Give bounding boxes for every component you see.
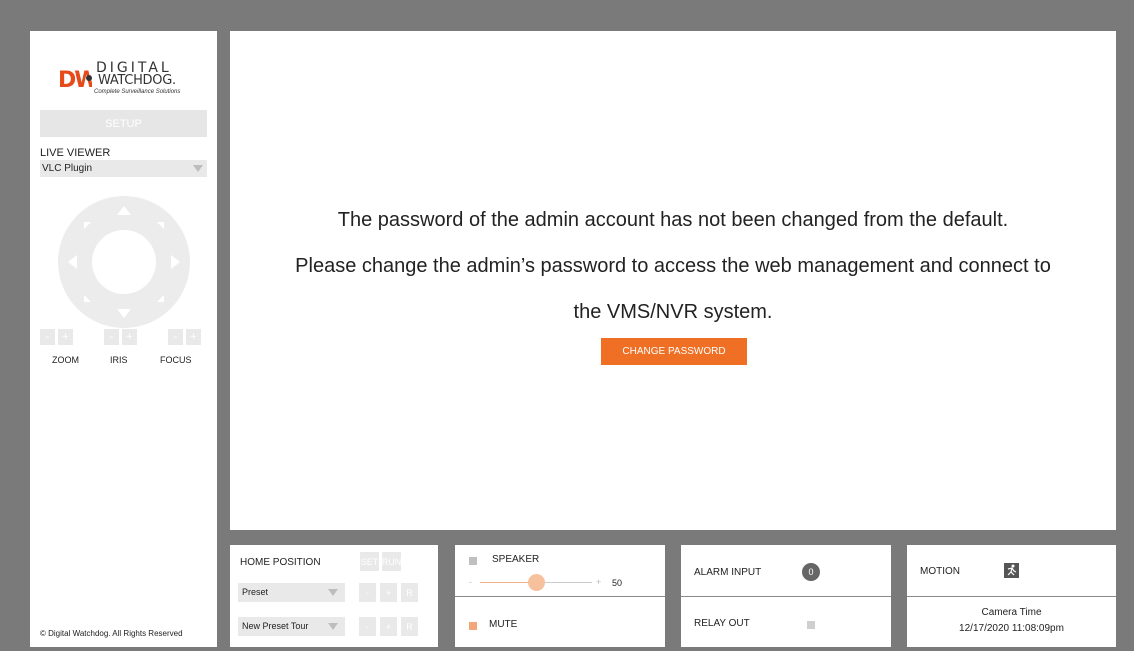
status-panel: MOTION Camera Time 12/17/2020 11:08:09pm [907, 545, 1116, 647]
preset-select[interactable]: Preset [238, 583, 345, 602]
volume-value: 50 [612, 578, 623, 588]
io-panel: ALARM INPUT 0 RELAY OUT [681, 545, 891, 647]
tour-remove-button[interactable]: - [359, 617, 376, 636]
setup-button[interactable]: SETUP [40, 110, 207, 137]
zoom-in-button[interactable]: + [58, 329, 73, 345]
relay-out-label: RELAY OUT [694, 618, 750, 629]
panel-divider [681, 596, 891, 597]
lens-control-labels: ZOOM IRIS FOCUS [40, 355, 207, 369]
set-home-button[interactable]: SET [360, 552, 379, 571]
live-viewer-value: VLC Plugin [42, 163, 93, 174]
relay-out-checkbox[interactable] [807, 621, 815, 629]
home-position-label: HOME POSITION [240, 557, 321, 568]
tour-add-button[interactable]: + [380, 617, 397, 636]
motion-label: MOTION [920, 566, 960, 577]
panel-divider [455, 596, 665, 597]
running-person-icon [1004, 563, 1019, 578]
chevron-down-icon [193, 165, 203, 172]
sidebar: DW DIGITAL WATCHDOG. Complete Surveillan… [30, 31, 217, 647]
focus-label: FOCUS [160, 355, 192, 365]
iris-close-button[interactable]: - [104, 329, 119, 345]
focus-near-button[interactable]: - [168, 329, 183, 345]
live-viewer-label: LIVE VIEWER [40, 147, 111, 159]
audio-panel: SPEAKER - + 50 MUTE [455, 545, 665, 647]
preset-value: Preset [242, 587, 269, 597]
iris-label: IRIS [110, 355, 128, 365]
ptz-control-pad[interactable] [56, 194, 192, 330]
tour-run-button[interactable]: R [401, 617, 418, 636]
volume-slider-handle[interactable] [528, 574, 545, 591]
home-position-panel: HOME POSITION SET RUN Preset - + R New P… [230, 545, 438, 647]
preset-remove-button[interactable]: - [359, 583, 376, 602]
copyright-text: © Digital Watchdog. All Rights Reserved [40, 629, 183, 638]
dw-logo-mark-icon: DW [58, 68, 92, 91]
zoom-out-button[interactable]: - [40, 329, 55, 345]
digital-watchdog-logo: DW DIGITAL WATCHDOG. Complete Surveillan… [58, 59, 188, 99]
brand-name-line2: WATCHDOG. [98, 73, 176, 88]
panel-divider [907, 596, 1116, 597]
chevron-down-icon [328, 623, 338, 630]
alarm-input-count: 0 [802, 563, 820, 581]
volume-min-label: - [469, 577, 472, 587]
preset-run-button[interactable]: R [401, 583, 418, 602]
camera-time-value: 12/17/2020 11:08:09pm [959, 623, 1064, 634]
preset-tour-value: New Preset Tour [242, 621, 309, 631]
preset-add-button[interactable]: + [380, 583, 397, 602]
lens-controls: - + - + - + [40, 329, 207, 347]
change-password-button[interactable]: CHANGE PASSWORD [601, 338, 747, 365]
volume-max-label: + [596, 577, 602, 587]
default-password-message: The password of the admin account has no… [230, 197, 1116, 335]
live-viewer-select[interactable]: VLC Plugin [40, 160, 207, 177]
iris-open-button[interactable]: + [122, 329, 137, 345]
mute-label: MUTE [489, 619, 518, 630]
alarm-input-label: ALARM INPUT [694, 567, 762, 578]
speaker-label: SPEAKER [492, 554, 540, 565]
brand-tagline: Complete Surveillance Solutions [94, 89, 181, 95]
message-line-3: the VMS/NVR system. [573, 301, 773, 323]
preset-tour-select[interactable]: New Preset Tour [238, 617, 345, 636]
focus-far-button[interactable]: + [186, 329, 201, 345]
run-home-button[interactable]: RUN [382, 552, 401, 571]
chevron-down-icon [328, 589, 338, 596]
camera-time-label: Camera Time [981, 607, 1042, 618]
mute-checkbox[interactable] [469, 622, 477, 630]
zoom-label: ZOOM [52, 355, 79, 365]
message-line-2: Please change the admin’s password to ac… [295, 255, 1051, 277]
main-view: The password of the admin account has no… [230, 31, 1116, 530]
speaker-checkbox[interactable] [469, 557, 477, 565]
message-line-1: The password of the admin account has no… [337, 209, 1009, 231]
